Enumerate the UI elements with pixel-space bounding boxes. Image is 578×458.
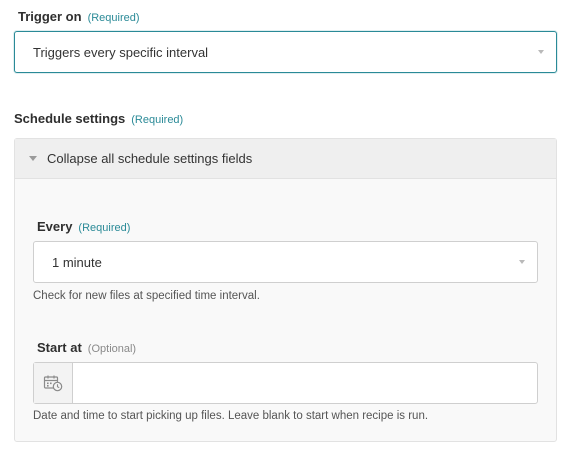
calendar-picker-button[interactable] (34, 363, 73, 403)
start-at-optional-badge: (Optional) (87, 343, 137, 355)
start-at-field (33, 362, 538, 404)
collapse-label: Collapse all schedule settings fields (47, 151, 253, 166)
every-select-value: 1 minute (52, 254, 102, 270)
chevron-down-icon (519, 260, 525, 264)
every-hint: Check for new files at specified time in… (33, 290, 260, 302)
chevron-down-icon (538, 50, 544, 54)
collapse-toggle[interactable]: Collapse all schedule settings fields (15, 139, 556, 179)
every-label: Every (37, 219, 73, 234)
caret-down-icon (29, 156, 37, 161)
calendar-clock-icon (43, 375, 63, 392)
start-at-hint: Date and time to start picking up files.… (33, 410, 429, 422)
schedule-label: Schedule settings (14, 111, 126, 126)
trigger-label: Trigger on (18, 9, 82, 24)
start-at-label-row: Start at (Optional) (37, 340, 136, 355)
start-at-label: Start at (37, 340, 82, 355)
every-label-row: Every (Required) (37, 219, 130, 234)
trigger-select[interactable]: Triggers every specific interval (14, 31, 557, 73)
trigger-label-row: Trigger on (Required) (18, 9, 140, 24)
schedule-required-badge: (Required) (131, 114, 184, 126)
schedule-label-row: Schedule settings (Required) (14, 111, 183, 126)
every-select[interactable]: 1 minute (33, 241, 538, 283)
trigger-required-badge: (Required) (87, 12, 140, 24)
start-at-input[interactable] (73, 363, 537, 403)
every-required-badge: (Required) (78, 222, 131, 234)
trigger-select-value: Triggers every specific interval (33, 44, 209, 60)
